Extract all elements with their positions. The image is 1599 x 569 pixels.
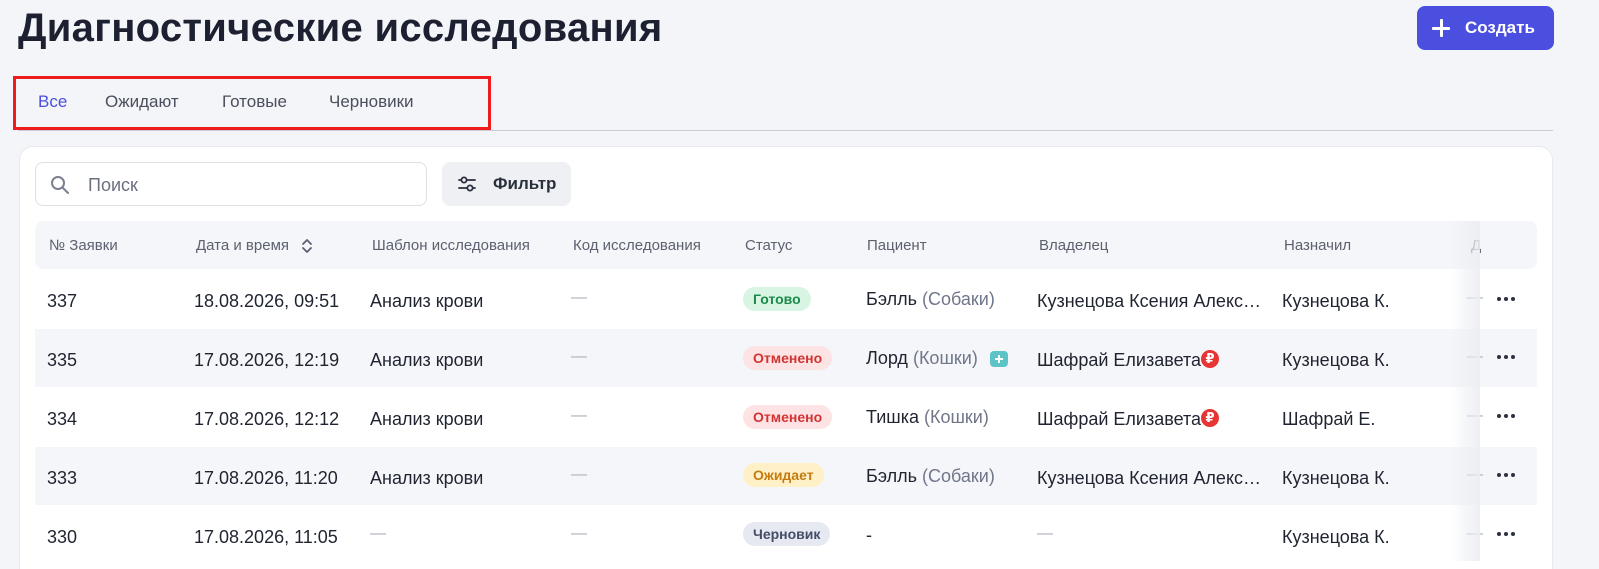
column-header-assigned[interactable]: Назначил	[1284, 237, 1351, 254]
cell-code: —	[571, 525, 587, 542]
more-actions-icon[interactable]	[1497, 414, 1515, 418]
cell-patient[interactable]: -	[866, 525, 872, 546]
filter-button-label: Фильтр	[493, 174, 557, 193]
cell-code: —	[571, 348, 587, 365]
patient-species: (Собаки)	[922, 466, 995, 486]
patient-name: Лорд	[866, 348, 908, 368]
cell-patient[interactable]: Лорд (Кошки)	[866, 348, 978, 369]
cell-owner[interactable]: Кузнецова Ксения Алекс…	[1037, 291, 1261, 312]
cell-owner[interactable]: Шафрай Елизавета	[1037, 350, 1201, 371]
cell-code: —	[571, 466, 587, 483]
cell-owner[interactable]: Кузнецова Ксения Алекс…	[1037, 468, 1261, 489]
filter-button[interactable]: Фильтр	[442, 162, 571, 206]
column-header-patient[interactable]: Пациент	[867, 237, 927, 254]
cell-datetime: 17.08.2026, 11:20	[194, 468, 338, 488]
ruble-icon: ₽	[1201, 350, 1219, 368]
column-header-status[interactable]: Статус	[745, 237, 792, 254]
create-button-label: Создать	[1465, 18, 1535, 37]
cell-assigned: Кузнецова К.	[1282, 527, 1390, 547]
tabs-highlight-box	[13, 76, 491, 130]
cell-patient[interactable]: Бэлль (Собаки)	[866, 466, 995, 487]
status-badge: Отменено	[743, 405, 833, 429]
status-badge: Отменено	[743, 346, 833, 370]
status-badge: Готово	[743, 287, 811, 311]
cell-template: Анализ крови	[370, 350, 484, 370]
patient-species: (Кошки)	[924, 407, 989, 427]
cell-id: 335	[47, 350, 78, 370]
search-box[interactable]	[35, 162, 427, 206]
patient-name: Бэлль	[866, 466, 917, 486]
patient-name: -	[866, 525, 872, 545]
table-header: № Заявки Дата и время Шаблон исследовани…	[35, 221, 1537, 269]
cell-datetime: 18.08.2026, 09:51	[194, 291, 340, 311]
ruble-icon: ₽	[1201, 409, 1219, 427]
cell-id: 330	[47, 527, 78, 547]
cell-patient[interactable]: Бэлль (Собаки)	[866, 289, 995, 310]
sliders-icon	[458, 176, 476, 192]
more-actions-icon[interactable]	[1497, 297, 1515, 301]
column-header-number[interactable]: № Заявки	[49, 237, 118, 254]
page-title: Диагностические исследования	[18, 6, 663, 50]
cell-owner[interactable]: Шафрай Елизавета	[1037, 409, 1201, 430]
cell-template: Анализ крови	[370, 409, 484, 429]
more-actions-icon[interactable]	[1497, 532, 1515, 536]
table-row[interactable]: 333 17.08.2026, 11:20 Анализ крови — Ожи…	[35, 447, 1537, 505]
cell-owner[interactable]: —	[1037, 525, 1053, 543]
cell-datetime: 17.08.2026, 12:12	[194, 409, 340, 429]
horizontal-scroll-shade	[1450, 221, 1480, 561]
sort-icon[interactable]	[301, 237, 313, 255]
more-actions-icon[interactable]	[1497, 473, 1515, 477]
table-row[interactable]: 330 17.08.2026, 11:05 — — Черновик - — К…	[35, 506, 1537, 564]
patient-name: Бэлль	[866, 289, 917, 309]
column-header-template[interactable]: Шаблон исследования	[372, 237, 530, 254]
create-button[interactable]: Создать	[1417, 6, 1554, 50]
medical-case-icon	[990, 351, 1008, 367]
cell-assigned: Кузнецова К.	[1282, 291, 1390, 311]
cell-code: —	[571, 289, 587, 306]
table-row[interactable]: 334 17.08.2026, 12:12 Анализ крови — Отм…	[35, 388, 1537, 446]
cell-template: Анализ крови	[370, 468, 484, 488]
patient-species: (Кошки)	[912, 348, 978, 368]
column-header-owner[interactable]: Владелец	[1039, 237, 1108, 254]
table-row[interactable]: 335 17.08.2026, 12:19 Анализ крови — Отм…	[35, 329, 1537, 387]
table-row[interactable]: 337 18.08.2026, 09:51 Анализ крови — Гот…	[35, 271, 1537, 329]
column-header-datetime[interactable]: Дата и время	[196, 237, 289, 254]
cell-template: —	[370, 525, 386, 542]
patient-name: Тишка	[866, 407, 919, 427]
cell-template: Анализ крови	[370, 291, 484, 311]
status-badge: Черновик	[743, 522, 831, 546]
cell-assigned: Кузнецова К.	[1282, 468, 1390, 488]
cell-datetime: 17.08.2026, 12:19	[194, 350, 340, 370]
cell-assigned: Шафрай Е.	[1282, 409, 1376, 429]
column-header-code[interactable]: Код исследования	[573, 237, 701, 254]
cell-assigned: Кузнецова К.	[1282, 350, 1390, 370]
cell-id: 337	[47, 291, 78, 311]
search-input[interactable]	[88, 173, 408, 197]
cell-code: —	[571, 407, 587, 424]
plus-icon	[1431, 18, 1451, 38]
cell-id: 333	[47, 468, 78, 488]
cell-id: 334	[47, 409, 78, 429]
search-icon	[51, 176, 69, 194]
status-badge: Ожидает	[743, 463, 824, 487]
cell-datetime: 17.08.2026, 11:05	[194, 527, 338, 547]
cell-patient[interactable]: Тишка (Кошки)	[866, 407, 989, 428]
more-actions-icon[interactable]	[1497, 355, 1515, 359]
patient-species: (Собаки)	[922, 289, 995, 309]
